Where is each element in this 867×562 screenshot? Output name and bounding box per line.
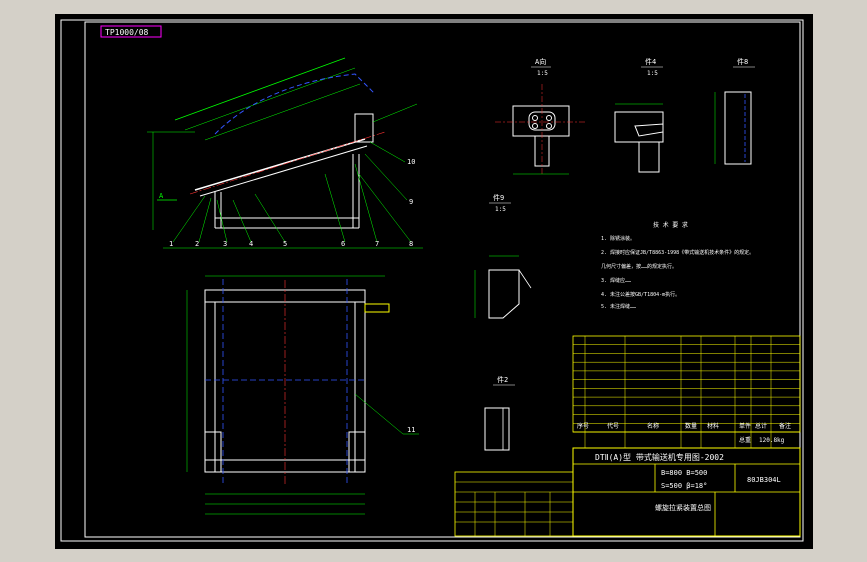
weight-label: 总重 [739,436,751,444]
callout-4: 4 [249,240,253,248]
machine-title: DTⅡ(A)型 带式输送机专用图-2002 [595,452,724,462]
revision-table [454,471,574,537]
sheet-outer-border [60,19,804,542]
callout-2: 2 [195,240,199,248]
view-a-detail: A向 1:5 [495,57,587,175]
callout-5: 5 [283,240,287,248]
view-a-arrow-label: A [159,192,164,200]
drawing-number-text: TP1000/08 [105,28,149,37]
bom-header-remark: 备注 [779,422,791,430]
param-line-2: S=500 β=18° [661,482,707,490]
callout-8: 8 [409,240,413,248]
note-line-3: 几何尺寸偏差，按……的规定执行。 [601,263,677,270]
part4-label: 件4 [645,57,656,66]
part8-label: 件8 [737,57,748,66]
note-line-1: 1. 除锈涂装。 [601,235,635,242]
part-name: 螺旋拉紧装置总图 [655,503,711,512]
callout-11: 11 [407,426,415,434]
bom-header-qty: 数量 [685,422,697,430]
cad-viewport[interactable]: TP1000/08 A 1 2 3 4 5 6 7 8 9 10 11 A向 1… [55,14,813,549]
callout-1: 1 [169,240,173,248]
bom-header-name: 名称 [647,422,659,430]
bom-table [572,335,801,448]
title-block: DTⅡ(A)型 带式输送机专用图-2002 B=800 B=500 S=500 … [572,447,801,537]
part4-scale: 1:5 [647,70,658,77]
drawing-code: 80JB304L [747,476,781,484]
view-a-label: A向 [535,57,546,66]
notes-title: 技 术 要 求 [653,221,688,229]
part9-scale: 1:5 [495,206,506,213]
note-line-4: 3. 焊缝应…… [601,277,631,284]
param-line-1: B=800 B=500 [661,469,707,477]
part4-detail: 件4 1:5 [614,57,664,173]
bom-header: 序号 代号 名称 数量 材料 单件 总计 备注 总重 120.8kg [573,422,800,449]
part8-detail: 件8 [714,57,755,165]
bom-header-code: 代号 [607,422,619,430]
callout-6: 6 [341,240,345,248]
technical-notes: 技 术 要 求 1. 除锈涂装。 2. 焊接时应保证JB/T8863-1998《… [601,221,754,310]
callout-10: 10 [407,158,415,166]
plan-view: 11 [186,275,419,515]
side-view: A 1 2 3 4 5 6 7 8 9 10 [147,57,423,249]
bom-header-total: 总计 [755,422,767,430]
note-line-5: 4. 未注公差按GB/T1804-m执行。 [601,291,680,298]
part2-label: 件2 [497,375,508,384]
view-a-scale: 1:5 [537,70,548,77]
callout-7: 7 [375,240,379,248]
bom-header-material: 材料 [707,422,719,430]
note-line-2: 2. 焊接时应保证JB/T8863-1998《带式输送机技术条件》的规定。 [601,249,754,256]
note-line-6: 5. 未注焊缝…… [601,303,636,310]
callout-3: 3 [223,240,227,248]
part9-detail: 件9 1:5 [474,193,532,319]
part2-detail: 件2 [484,375,515,451]
bom-frame [572,335,801,433]
part9-label: 件9 [493,193,504,202]
callout-9: 9 [409,198,413,206]
cad-drawing: TP1000/08 A 1 2 3 4 5 6 7 8 9 10 11 A向 1… [60,19,804,542]
bom-header-index: 序号 [577,422,589,430]
bom-header-unit: 单件 [739,422,751,430]
weight-value: 120.8kg [759,437,785,444]
